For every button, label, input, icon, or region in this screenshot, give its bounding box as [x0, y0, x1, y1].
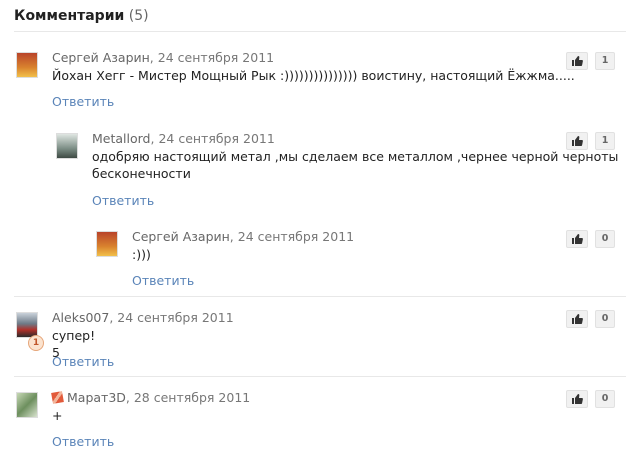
- reply-link[interactable]: Ответить: [52, 354, 114, 369]
- comment-meta: Сергей Азарин, 24 сентября 2011: [52, 50, 275, 65]
- user-avatar[interactable]: [96, 231, 118, 257]
- like-button[interactable]: [566, 310, 588, 328]
- like-count: 1: [595, 52, 615, 70]
- thumbs-up-icon: [572, 56, 583, 66]
- comment-text-line: бесконечности: [92, 166, 191, 181]
- comment-text: :))): [132, 247, 151, 262]
- comment-divider: [14, 376, 626, 377]
- comment-author[interactable]: Марат3D: [67, 390, 126, 405]
- like-button[interactable]: [566, 390, 588, 408]
- thumbs-up-icon: [572, 234, 583, 244]
- comment-date: 24 сентября 2011: [157, 50, 275, 65]
- comment-date: 28 сентября 2011: [133, 390, 251, 405]
- comment-meta: Сергей Азарин, 24 сентября 2011: [132, 229, 355, 244]
- reply-link[interactable]: Ответить: [52, 94, 114, 109]
- comment-author[interactable]: Сергей Азарин: [52, 50, 150, 65]
- like-count: 0: [595, 390, 615, 408]
- vote-widget: 0: [566, 310, 616, 328]
- thumbs-up-icon: [572, 314, 583, 324]
- user-avatar[interactable]: [16, 392, 38, 418]
- header-divider: [14, 31, 626, 32]
- comment-text: одобряю настоящий метал ,мы сделаем все …: [92, 148, 618, 182]
- comments-header: Комментарии (5): [14, 7, 149, 25]
- thumbs-up-icon: [572, 394, 583, 404]
- vote-widget: 1: [566, 132, 616, 150]
- like-count: 0: [595, 310, 615, 328]
- reply-link[interactable]: Ответить: [52, 434, 114, 449]
- user-level-badge: 1: [28, 335, 44, 351]
- comment-author[interactable]: Metallord: [92, 131, 150, 146]
- reply-link[interactable]: Ответить: [132, 273, 194, 288]
- comment-author[interactable]: Сергей Азарин: [132, 229, 230, 244]
- comment-date: 24 сентября 2011: [158, 131, 275, 146]
- medal-icon: [51, 391, 64, 404]
- comment-meta: Aleks007, 24 сентября 2011: [52, 310, 234, 325]
- comment-divider: [14, 296, 626, 297]
- comment-text-line: одобряю настоящий метал ,мы сделаем все …: [92, 149, 619, 164]
- comment-date: 24 сентября 2011: [237, 229, 355, 244]
- vote-widget: 1: [566, 52, 616, 70]
- vote-widget: 0: [566, 390, 616, 408]
- comment-date: 24 сентября 2011: [117, 310, 234, 325]
- comments-title: Комментарии: [14, 8, 125, 24]
- like-button[interactable]: [566, 52, 588, 70]
- comment-author[interactable]: Aleks007: [52, 310, 109, 325]
- comment-text: +: [52, 408, 63, 423]
- user-avatar[interactable]: [16, 52, 38, 78]
- comments-count: (5): [128, 8, 149, 24]
- like-count: 1: [595, 132, 615, 150]
- like-button[interactable]: [566, 132, 588, 150]
- comment-meta: Metallord, 24 сентября 2011: [92, 131, 275, 146]
- user-avatar[interactable]: [56, 133, 78, 159]
- comment-meta: Марат3D, 28 сентября 2011: [51, 390, 251, 406]
- vote-widget: 0: [566, 230, 616, 248]
- comment-text: Йохан Хегг - Мистер Мощный Рык :))))))))…: [52, 68, 575, 83]
- thumbs-up-icon: [572, 136, 583, 146]
- like-count: 0: [595, 230, 615, 248]
- reply-link[interactable]: Ответить: [92, 193, 154, 208]
- like-button[interactable]: [566, 230, 588, 248]
